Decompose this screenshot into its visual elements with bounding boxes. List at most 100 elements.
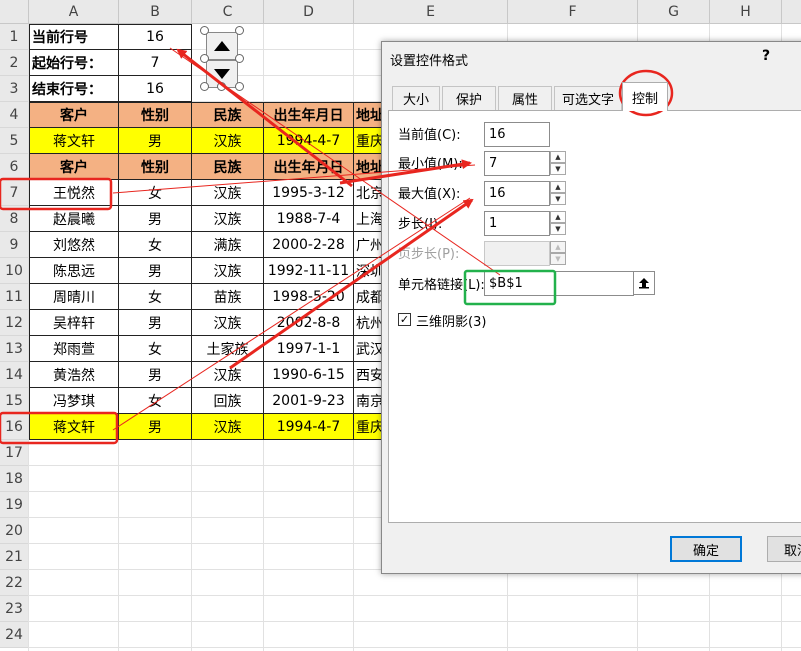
lookup-result-cell[interactable]: 1994-4-7 — [264, 128, 354, 154]
lookup-result-cell[interactable]: 汉族 — [192, 128, 264, 154]
cancel-button[interactable]: 取消 — [767, 536, 801, 562]
table-header-cell[interactable]: 客户 — [29, 102, 119, 128]
info-label-cell[interactable]: 结束行号： — [29, 76, 119, 102]
info-value-cell[interactable]: 16 — [119, 24, 192, 50]
row-header[interactable]: 4 — [0, 102, 29, 128]
table-header-cell[interactable]: 出生年月日 — [264, 154, 354, 180]
info-label-cell[interactable]: 起始行号： — [29, 50, 119, 76]
column-header-d[interactable]: D — [264, 0, 354, 24]
table-cell[interactable]: 赵晨曦 — [29, 206, 119, 232]
row-header[interactable]: 23 — [0, 596, 29, 622]
column-header-e[interactable]: E — [354, 0, 508, 24]
table-cell[interactable]: 女 — [119, 336, 192, 362]
min-down-arrow[interactable]: ▼ — [550, 163, 566, 175]
row-header[interactable]: 14 — [0, 362, 29, 388]
max-value-spinner[interactable]: ▲ ▼ — [550, 181, 566, 206]
table-header-cell[interactable]: 性别 — [119, 102, 192, 128]
table-cell[interactable]: 郑雨萱 — [29, 336, 119, 362]
table-cell[interactable]: 陈思远 — [29, 258, 119, 284]
row-header[interactable]: 5 — [0, 128, 29, 154]
column-header-a[interactable]: A — [29, 0, 119, 24]
row-header[interactable]: 16 — [0, 414, 29, 440]
table-header-cell[interactable]: 民族 — [192, 102, 264, 128]
table-cell[interactable]: 土家族 — [192, 336, 264, 362]
min-up-arrow[interactable]: ▲ — [550, 151, 566, 163]
min-value-spinner[interactable]: ▲ ▼ — [550, 151, 566, 176]
table-cell[interactable]: 女 — [119, 232, 192, 258]
step-down-arrow[interactable]: ▼ — [550, 223, 566, 235]
table-cell[interactable]: 汉族 — [192, 258, 264, 284]
table-cell[interactable]: 2001-9-23 — [264, 388, 354, 414]
table-cell[interactable]: 1994-4-7 — [264, 414, 354, 440]
tab-properties[interactable]: 属性 — [498, 86, 552, 110]
table-header-cell[interactable]: 出生年月日 — [264, 102, 354, 128]
tab-alt-text[interactable]: 可选文字 — [554, 86, 622, 110]
row-header[interactable]: 17 — [0, 440, 29, 466]
table-cell[interactable]: 1988-7-4 — [264, 206, 354, 232]
table-cell[interactable]: 汉族 — [192, 362, 264, 388]
table-cell[interactable]: 满族 — [192, 232, 264, 258]
max-up-arrow[interactable]: ▲ — [550, 181, 566, 193]
shading-checkbox[interactable]: ✓ — [398, 313, 411, 326]
row-header[interactable]: 11 — [0, 284, 29, 310]
step-up-arrow[interactable]: ▲ — [550, 211, 566, 223]
step-input[interactable]: 1 — [484, 211, 550, 236]
min-value-input[interactable]: 7 — [484, 151, 550, 176]
row-header[interactable]: 18 — [0, 466, 29, 492]
table-cell[interactable]: 冯梦琪 — [29, 388, 119, 414]
lookup-result-cell[interactable]: 男 — [119, 128, 192, 154]
table-cell[interactable]: 2000-2-28 — [264, 232, 354, 258]
table-cell[interactable]: 男 — [119, 258, 192, 284]
row-header[interactable]: 22 — [0, 570, 29, 596]
column-header-partial[interactable] — [782, 0, 801, 24]
step-spinner[interactable]: ▲ ▼ — [550, 211, 566, 236]
table-cell[interactable]: 吴梓轩 — [29, 310, 119, 336]
tab-size[interactable]: 大小 — [392, 86, 440, 110]
resize-handle[interactable] — [200, 26, 209, 35]
row-header[interactable]: 3 — [0, 76, 29, 102]
table-cell[interactable]: 1995-3-12 — [264, 180, 354, 206]
table-cell[interactable]: 苗族 — [192, 284, 264, 310]
max-down-arrow[interactable]: ▼ — [550, 193, 566, 205]
row-header[interactable]: 10 — [0, 258, 29, 284]
table-header-cell[interactable]: 性别 — [119, 154, 192, 180]
select-all-corner[interactable] — [0, 0, 29, 24]
table-cell[interactable]: 女 — [119, 284, 192, 310]
table-cell[interactable]: 蒋文轩 — [29, 414, 119, 440]
column-header-c[interactable]: C — [192, 0, 264, 24]
row-header[interactable]: 24 — [0, 622, 29, 648]
resize-handle[interactable] — [235, 54, 244, 63]
table-header-cell[interactable]: 客户 — [29, 154, 119, 180]
table-cell[interactable]: 汉族 — [192, 310, 264, 336]
table-cell[interactable]: 1992-11-11 — [264, 258, 354, 284]
row-header[interactable]: 2 — [0, 50, 29, 76]
row-header[interactable]: 15 — [0, 388, 29, 414]
resize-handle[interactable] — [235, 82, 244, 91]
row-header[interactable]: 1 — [0, 24, 29, 50]
table-cell[interactable]: 男 — [119, 206, 192, 232]
collapse-dialog-button[interactable] — [633, 271, 655, 295]
column-header-f[interactable]: F — [508, 0, 638, 24]
ok-button[interactable]: 确定 — [670, 536, 742, 562]
table-cell[interactable]: 女 — [119, 388, 192, 414]
resize-handle[interactable] — [200, 54, 209, 63]
table-cell[interactable]: 汉族 — [192, 414, 264, 440]
spin-button-control[interactable] — [200, 26, 244, 91]
spin-up-button[interactable] — [206, 32, 238, 60]
table-cell[interactable]: 1997-1-1 — [264, 336, 354, 362]
table-cell[interactable]: 汉族 — [192, 180, 264, 206]
current-value-input[interactable]: 16 — [484, 122, 550, 147]
table-cell[interactable]: 1990-6-15 — [264, 362, 354, 388]
row-header[interactable]: 12 — [0, 310, 29, 336]
resize-handle[interactable] — [235, 26, 244, 35]
row-header[interactable]: 6 — [0, 154, 29, 180]
tab-protection[interactable]: 保护 — [442, 86, 496, 110]
tab-control[interactable]: 控制 — [622, 82, 668, 111]
table-cell[interactable]: 刘悠然 — [29, 232, 119, 258]
table-cell[interactable]: 女 — [119, 180, 192, 206]
info-value-cell[interactable]: 7 — [119, 50, 192, 76]
row-header[interactable]: 13 — [0, 336, 29, 362]
resize-handle[interactable] — [217, 82, 226, 91]
cell-link-input[interactable]: $B$1 — [484, 271, 634, 296]
table-cell[interactable]: 周晴川 — [29, 284, 119, 310]
